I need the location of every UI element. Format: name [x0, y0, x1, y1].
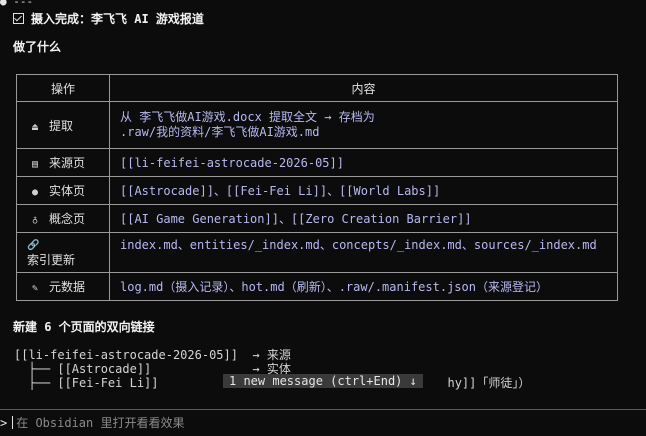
row-action: ♁ 概念页: [16, 204, 110, 233]
row-action-label: 概念页: [49, 212, 86, 226]
row-action: ▤ 来源页: [16, 148, 110, 177]
table-row: ♁ 概念页 [[AI Game Generation]]、[[Zero Creat…: [16, 204, 618, 233]
row-content: 从 李飞飞做AI游戏.docx 提取全文 → 存档为 .raw/我的资料/李飞飞…: [109, 101, 618, 149]
link-icon: 🔗: [27, 240, 40, 251]
prompt-symbol: >: [0, 416, 8, 430]
table-row: ▤ 来源页 [[li-feifei-astrocade-2026-05]]: [16, 148, 618, 177]
row-action-label: 提取: [49, 118, 74, 133]
row-action-label: 索引更新: [27, 253, 76, 267]
table-row: ✎ 元数据 log.md（摄入记录）、hot.md（刷新）、.raw/.manif…: [16, 272, 618, 301]
input-divider: [0, 409, 646, 410]
section-title: 做了什么: [13, 40, 62, 54]
dashes: ---: [13, 0, 34, 8]
prompt-placeholder: 在 Obsidian 里打开看看效果: [16, 416, 185, 430]
list-bullet: ● ---: [0, 0, 33, 8]
row-action-label: 元数据: [49, 280, 86, 294]
person-icon: ●: [31, 187, 39, 198]
row-content: index.md、entities/_index.md、concepts/_in…: [109, 232, 618, 273]
ingest-title-text: 摄入完成：李飞飞 AI 游戏报道: [31, 12, 204, 26]
table-header-row: 操作 内容: [16, 74, 618, 102]
row-action-label: 实体页: [49, 184, 86, 198]
ingest-title: 摄入完成：李飞飞 AI 游戏报道: [13, 10, 204, 27]
text-cursor: [12, 416, 14, 429]
row-content: [[li-feifei-astrocade-2026-05]]: [109, 148, 618, 177]
row-action: ✎ 元数据: [16, 272, 110, 301]
row-action-label: 来源页: [49, 156, 86, 170]
document-icon: ▤: [31, 159, 39, 170]
new-message-toast[interactable]: 1 new message (ctrl+End) ↓: [223, 374, 423, 388]
summary-table: 操作 内容 ⏏ 提取 从 李飞飞做AI游戏.docx 提取全文 → 存档为 .ra…: [16, 74, 618, 301]
lightbulb-icon: ♁: [31, 215, 39, 226]
checkbox-icon: [13, 13, 24, 24]
row-action: 🔗 索引更新: [16, 232, 110, 273]
inbox-icon: ⏏: [31, 121, 39, 133]
table-row: 🔗 索引更新 index.md、entities/_index.md、concep…: [16, 232, 618, 273]
table-row: ⏏ 提取 从 李飞飞做AI游戏.docx 提取全文 → 存档为 .raw/我的资料…: [16, 101, 618, 149]
column-header-action: 操作: [16, 74, 110, 102]
prompt-input[interactable]: > 在 Obsidian 里打开看看效果: [0, 415, 184, 431]
row-action: ● 实体页: [16, 176, 110, 205]
links-section-title: 新建 6 个页面的双向链接: [13, 320, 155, 334]
row-content: log.md（摄入记录）、hot.md（刷新）、.raw/.manifest.j…: [109, 272, 618, 301]
column-header-content: 内容: [109, 74, 618, 102]
row-content: [[Astrocade]]、[[Fei-Fei Li]]、[[World Lab…: [109, 176, 618, 205]
edit-document-icon: ✎: [31, 283, 39, 294]
row-content: [[AI Game Generation]]、[[Zero Creation B…: [109, 204, 618, 233]
row-action: ⏏ 提取: [16, 101, 110, 149]
table-row: ● 实体页 [[Astrocade]]、[[Fei-Fei Li]]、[[Worl…: [16, 176, 618, 205]
